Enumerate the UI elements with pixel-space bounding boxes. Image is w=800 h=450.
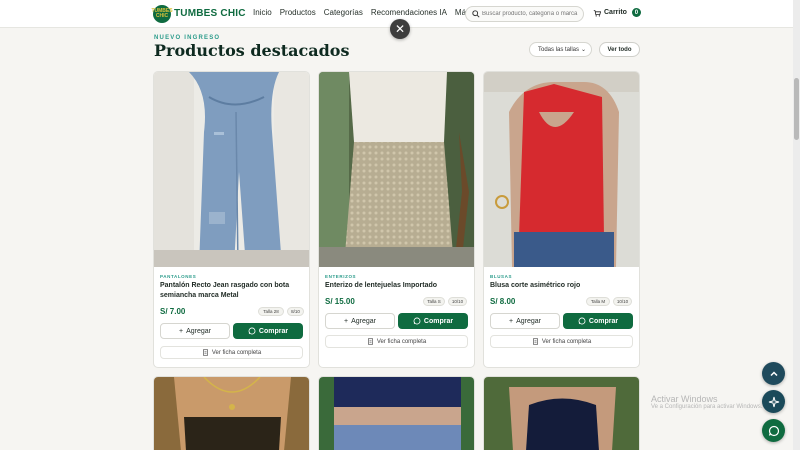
add-to-cart-button[interactable]: + Agregar [160,323,230,339]
product-image-leopard-top[interactable] [154,377,310,450]
product-image-navy-top[interactable] [484,377,640,450]
whatsapp-icon [248,327,256,335]
product-price: S/ 7.00 [160,307,186,316]
nav-item-inicio[interactable]: Inicio [253,8,272,17]
scroll-top-button[interactable] [762,362,785,385]
add-label: Agregar [186,327,211,335]
product-name[interactable]: Blusa corte asimétrico rojo [490,281,635,291]
view-sheet-button[interactable]: Ver ficha completa [160,346,303,359]
main-nav: Inicio Productos Categorías Recomendacio… [253,8,470,17]
product-card: PANTALONES Pantalón Recto Jean rasgado c… [153,71,310,368]
add-label: Agregar [516,317,541,325]
nav-item-categorias[interactable]: Categorías [324,8,363,17]
scrollbar-thumb[interactable] [794,78,799,140]
product-card [483,376,640,450]
condition-chip: 8/10 [287,307,304,316]
view-sheet-button[interactable]: Ver ficha completa [325,335,468,348]
cart-icon [593,9,601,17]
product-image-denim-shorts[interactable] [319,377,475,450]
condition-chip: 10/10 [448,297,467,306]
buy-label: Comprar [588,317,619,325]
document-icon [202,349,208,356]
size-chip: Talla S [423,297,445,306]
ai-assistant-button[interactable] [762,390,785,413]
product-category: PANTALONES [160,274,197,279]
page-scrollbar[interactable] [793,0,800,450]
whatsapp-icon [578,317,586,325]
product-category: BLUSAS [490,274,513,279]
document-icon [367,338,373,345]
buy-label: Comprar [423,317,454,325]
product-card: ENTERIZOS Enterizo de lentejuelas Import… [318,71,475,368]
view-sheet-button[interactable]: Ver ficha completa [490,335,633,348]
cart-button[interactable]: Carrito 0 [593,8,641,17]
size-chip: Talla M [586,297,610,306]
buy-whatsapp-button[interactable]: Comprar [563,313,633,329]
nav-item-recomendaciones[interactable]: Recomendaciones IA [371,8,447,17]
section-title: Productos destacados [154,41,350,60]
watermark-line2: Ve a Configuración para activar Windows. [651,404,763,410]
chevron-down-icon: ⌄ [580,47,586,53]
size-filter-value: Todas las tallas [538,46,580,53]
add-to-cart-button[interactable]: + Agregar [325,313,395,329]
product-price: S/ 8.00 [490,297,516,306]
condition-chip: 10/10 [613,297,632,306]
product-image-sequin[interactable] [319,72,475,267]
whatsapp-icon [768,425,779,436]
whatsapp-float-button[interactable] [762,419,785,442]
cart-count-badge: 0 [631,8,641,17]
sparkle-icon [768,396,779,407]
search-input[interactable] [482,8,580,20]
sheet-label: Ver ficha completa [211,349,262,356]
nav-item-productos[interactable]: Productos [280,8,316,17]
product-category: ENTERIZOS [325,274,357,279]
watermark-line1: Activar Windows [651,394,718,404]
buy-whatsapp-button[interactable]: Comprar [398,313,468,329]
product-name[interactable]: Pantalón Recto Jean rasgado con bota sem… [160,281,305,301]
windows-activation-watermark: Activar Windows Ve a Configuración para … [651,394,762,410]
chevron-up-icon [769,370,778,376]
buy-whatsapp-button[interactable]: Comprar [233,323,303,339]
product-card: BLUSAS Blusa corte asimétrico rojo S/ 8.… [483,71,640,368]
size-chip: Talla 28 [258,307,284,316]
document-icon [532,338,538,345]
product-name[interactable]: Enterizo de lentejuelas Importado [325,281,470,291]
logo-text: TUMBES CHIC [151,8,173,19]
plus-icon: + [344,317,349,325]
close-icon[interactable]: ✕ [390,19,410,39]
plus-icon: + [509,317,514,325]
close-symbol: ✕ [394,22,406,36]
size-filter-select[interactable]: Todas las tallas ⌄ [529,42,592,57]
search-icon [472,10,480,18]
brand-logo[interactable]: TUMBES CHIC [151,5,173,23]
whatsapp-icon [413,317,421,325]
buy-label: Comprar [258,327,289,335]
sheet-label: Ver ficha completa [541,338,592,345]
plus-icon: + [179,327,184,335]
product-price: S/ 15.00 [325,297,355,306]
view-all-button[interactable]: Ver todo [599,42,640,57]
search-box [465,6,584,22]
add-label: Agregar [351,317,376,325]
product-card [153,376,310,450]
cart-label: Carrito [604,9,627,16]
product-image-jeans[interactable] [154,72,310,267]
product-card [318,376,475,450]
sheet-label: Ver ficha completa [376,338,427,345]
product-image-red-blouse[interactable] [484,72,640,267]
brand-name[interactable]: TUMBES CHIC [174,8,246,19]
add-to-cart-button[interactable]: + Agregar [490,313,560,329]
